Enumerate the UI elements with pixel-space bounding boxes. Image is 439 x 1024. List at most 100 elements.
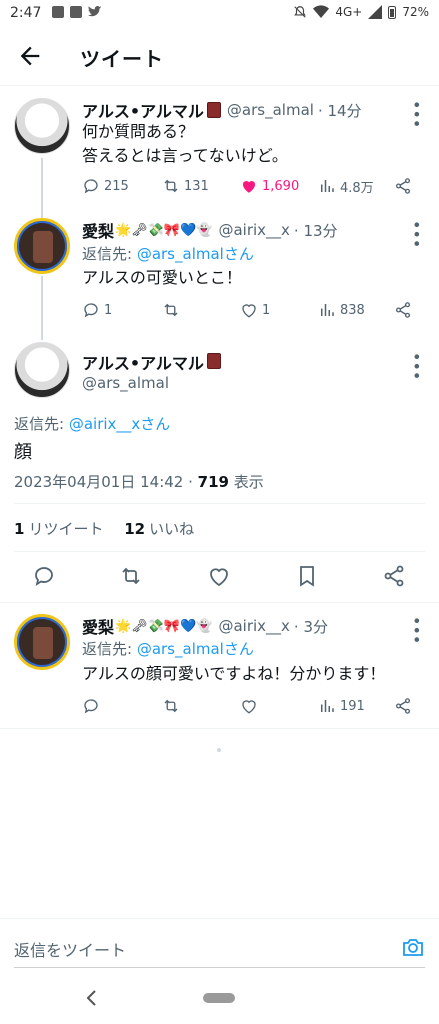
reply-icon[interactable] [32, 564, 56, 588]
tweet-time: · 14分 [317, 101, 362, 120]
share-icon [395, 178, 411, 194]
more-options-icon[interactable]: ••• [407, 616, 426, 644]
battery-icon [388, 5, 397, 19]
reply-input-placeholder[interactable]: 返信をツイート [14, 937, 126, 961]
more-options-icon[interactable]: ••• [407, 352, 426, 380]
main-author-handle: @ars_almal [82, 374, 170, 392]
name-emojis: 🌟🗝💸🎀💙👻 [115, 222, 213, 238]
author-name: アルス•アルマル [82, 354, 204, 373]
views-chart-icon [321, 304, 334, 316]
mention-link[interactable]: @ars_almalさん [137, 245, 254, 263]
main-tweet-text: 顔 [14, 442, 32, 463]
retweet-icon [164, 303, 178, 317]
reply-count: 215 [104, 178, 129, 194]
reply-prefix: 返信先: [14, 415, 69, 433]
tweet-author-row: 愛梨 🌟🗝💸🎀💙👻 @airix__x · 3分 [82, 614, 328, 638]
views-chart-icon [321, 700, 334, 712]
views-chart-icon [321, 180, 334, 192]
status-time: 2:47 [10, 5, 42, 21]
avatar-ars-almal[interactable] [14, 342, 70, 398]
battery-level: 72% [402, 5, 429, 19]
views-count: 191 [340, 698, 365, 714]
mention-link[interactable]: @airix__xさん [69, 415, 170, 433]
avatar-airi[interactable] [14, 218, 70, 274]
like-button[interactable]: 1,690 [240, 175, 299, 197]
tweet-datetime: 2023年04月01日 14:42 · [14, 473, 198, 491]
views-button[interactable]: 838 [318, 299, 365, 321]
more-options-icon[interactable]: ••• [407, 100, 426, 128]
status-bar: 2:47 4G+ 72% [0, 0, 439, 26]
book-emoji-icon [206, 353, 221, 369]
views-count: 719 [197, 473, 229, 491]
share-icon [395, 698, 411, 714]
thread-line [41, 276, 43, 340]
retweets-stat[interactable]: 1 リツイート [14, 520, 103, 538]
loading-indicator [217, 748, 221, 752]
tweet-time: · 3分 [293, 617, 328, 636]
wifi-icon [313, 5, 330, 18]
share-button[interactable] [394, 299, 412, 321]
system-nav-bar [0, 974, 439, 1024]
twitter-bird-icon [88, 6, 102, 17]
reply-icon [84, 179, 98, 194]
mention-link[interactable]: @ars_almalさん [137, 640, 254, 658]
name-emojis: 🌟🗝💸🎀💙👻 [115, 618, 213, 634]
retweets-label: リツイート [28, 520, 104, 538]
like-count: 1 [262, 302, 271, 318]
tweet-text: アルスの可愛いとこ！ [82, 266, 242, 290]
author-name[interactable]: 愛梨 [82, 218, 114, 242]
back-arrow-icon[interactable] [16, 42, 44, 70]
retweet-button[interactable]: 131 [162, 175, 209, 197]
tweet-actions: 191 [82, 695, 422, 717]
nav-back-icon[interactable] [84, 988, 100, 1008]
reply-context: 返信先: @airix__xさん [14, 413, 170, 434]
heart-icon [242, 304, 256, 318]
reply-button[interactable]: 215 [82, 175, 129, 197]
main-author-name[interactable]: アルス•アルマル [82, 350, 221, 374]
reply-compose-bar[interactable]: 返信をツイート [0, 918, 439, 974]
tweet-author-row: アルス•アルマル @ars_almal · 14分 [82, 98, 362, 122]
views-button[interactable]: 4.8万 [318, 175, 374, 197]
reply-button[interactable]: 1 [82, 299, 112, 321]
home-pill[interactable] [203, 993, 235, 1003]
tweet-text-line: 何か質問ある？ [82, 122, 195, 141]
reply-prefix: 返信先: [82, 640, 137, 658]
top-app-bar: ツイート [0, 26, 439, 86]
views-count: 4.8万 [340, 180, 374, 196]
tweet-text: アルスの顔可愛いですよね！分かります！ [82, 664, 386, 683]
retweet-button[interactable] [162, 299, 180, 321]
reply-button[interactable] [82, 695, 100, 717]
author-handle: @ars_almal [226, 101, 314, 119]
heart-icon[interactable] [207, 564, 231, 588]
thread-line [41, 158, 43, 218]
bookmark-icon[interactable] [295, 564, 319, 588]
retweets-count: 1 [14, 520, 25, 538]
retweet-icon[interactable] [119, 564, 143, 588]
like-count: 1,690 [262, 178, 300, 194]
views-button[interactable]: 191 [318, 695, 365, 717]
tweet-actions: 1 1 838 [82, 299, 422, 321]
camera-icon[interactable] [401, 935, 425, 959]
book-emoji-icon [206, 102, 221, 118]
avatar-airi[interactable] [14, 614, 70, 670]
share-button[interactable] [394, 175, 412, 197]
retweet-button[interactable] [162, 695, 180, 717]
like-button[interactable] [240, 695, 258, 717]
heart-icon [242, 700, 256, 714]
author-name[interactable]: アルス•アルマル [82, 98, 204, 122]
network-type: 4G+ [335, 5, 363, 19]
retweet-count: 131 [184, 178, 209, 194]
likes-stat[interactable]: 12 いいね [124, 520, 194, 538]
tweet-meta: 2023年04月01日 14:42 · 719 表示 [14, 471, 264, 492]
tweet-time: · 13分 [293, 221, 338, 240]
more-options-icon[interactable]: ••• [407, 220, 426, 248]
avatar-ars-almal[interactable] [14, 98, 70, 154]
like-button[interactable]: 1 [240, 299, 270, 321]
mute-bell-icon [294, 6, 307, 18]
share-button[interactable] [394, 695, 412, 717]
author-name[interactable]: 愛梨 [82, 614, 114, 638]
reply-icon [84, 699, 98, 714]
share-icon[interactable] [382, 564, 406, 588]
retweet-icon [164, 699, 178, 713]
divider [0, 728, 439, 729]
